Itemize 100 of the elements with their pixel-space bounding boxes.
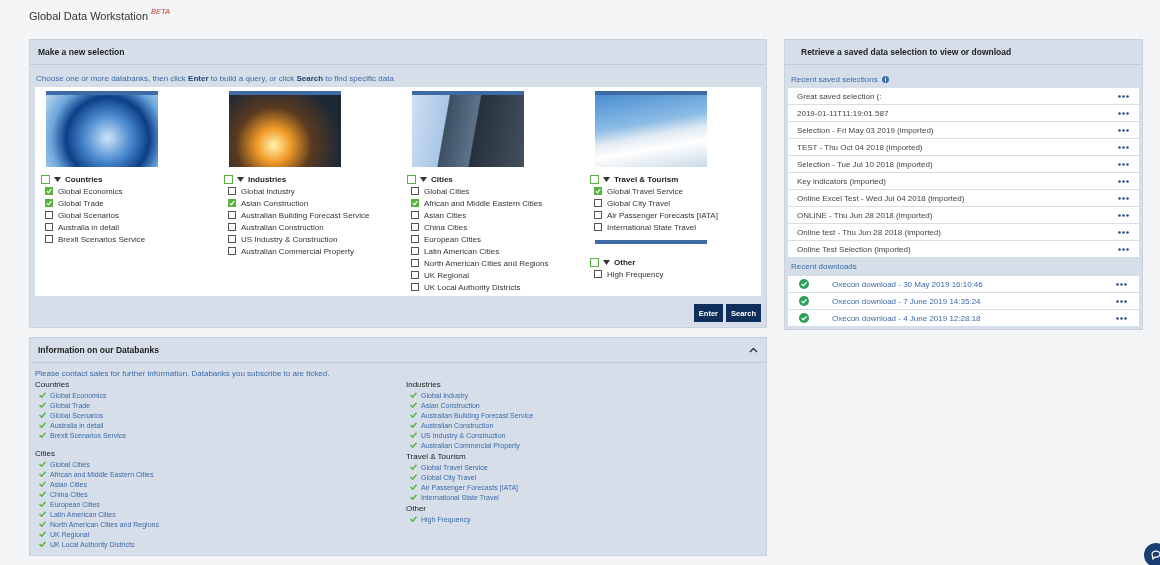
- databank-label: Australian Construction: [241, 222, 324, 232]
- more-icon[interactable]: [1118, 145, 1129, 149]
- caret-icon[interactable]: [603, 259, 610, 265]
- caret-icon[interactable]: [420, 176, 427, 182]
- download-row[interactable]: Oxecon download - 4 June 2019 12:28:18: [788, 310, 1139, 326]
- checkbox[interactable]: [228, 235, 236, 243]
- more-icon[interactable]: [1118, 196, 1129, 200]
- databank-label: US Industry & Construction: [241, 234, 338, 244]
- more-icon[interactable]: [1118, 213, 1129, 217]
- checkbox[interactable]: [45, 223, 53, 231]
- more-icon[interactable]: [1118, 128, 1129, 132]
- checkbox[interactable]: [45, 211, 53, 219]
- caret-icon[interactable]: [237, 176, 244, 182]
- caret-icon[interactable]: [54, 176, 61, 182]
- databank-label: Australia in detail: [58, 222, 119, 232]
- saved-selection-row[interactable]: Selection - Tue Jul 10 2018 (imported): [788, 156, 1139, 172]
- more-icon[interactable]: [1118, 179, 1129, 183]
- checkbox[interactable]: [594, 211, 602, 219]
- databank-label: Global Travel Service: [607, 186, 684, 196]
- chat-icon: [1151, 550, 1160, 560]
- saved-selection-row[interactable]: Online Excel Test - Wed Jul 04 2018 (imported): [788, 190, 1139, 206]
- download-name: Oxecon download - 4 June 2019 12:28:18: [832, 313, 982, 323]
- download-name: Oxecon download - 7 June 2019 14:35:24: [832, 296, 982, 306]
- group-checkbox[interactable]: [41, 174, 50, 184]
- selection-name: Online Excel Test - Wed Jul 04 2018 (imported): [797, 193, 965, 203]
- check-circle-icon: [799, 279, 809, 289]
- caret-icon[interactable]: [603, 176, 610, 182]
- saved-selection-row[interactable]: 2019-01-11T11:19:01.587: [788, 105, 1139, 121]
- group-checkbox[interactable]: [407, 174, 416, 184]
- databank-label: Asian Cities: [424, 210, 467, 220]
- saved-selection-row[interactable]: Online test - Thu Jun 28 2018 (imported): [788, 224, 1139, 240]
- checkbox[interactable]: [594, 199, 602, 207]
- section-label: Recent downloads: [790, 261, 858, 273]
- group-label: Industries: [248, 174, 287, 184]
- selection-name: TEST - Thu Oct 04 2018 (imported): [797, 142, 923, 152]
- checkbox[interactable]: [228, 199, 236, 207]
- group-label: Cities: [431, 174, 453, 184]
- check-circle-icon: [799, 296, 809, 306]
- selection-name: Selection - Tue Jul 10 2018 (imported): [797, 159, 933, 169]
- checkbox[interactable]: [411, 283, 419, 291]
- checkbox[interactable]: [594, 187, 602, 195]
- more-icon[interactable]: [1118, 111, 1129, 115]
- saved-selection-row[interactable]: Online Test Selection (imported): [788, 241, 1139, 257]
- saved-selection-row[interactable]: TEST - Thu Oct 04 2018 (imported): [788, 139, 1139, 155]
- databank-label: African and Middle Eastern Cities: [424, 198, 543, 208]
- databank-label: Global Economics: [58, 186, 123, 196]
- more-icon[interactable]: [1116, 316, 1127, 320]
- databank-label: Global Trade: [58, 198, 104, 208]
- checkbox[interactable]: [228, 247, 236, 255]
- checkbox[interactable]: [411, 271, 419, 279]
- selection-name: Key indicators (imported): [797, 176, 886, 186]
- download-row[interactable]: Oxecon download - 7 June 2019 14:35:24: [788, 293, 1139, 309]
- checkbox[interactable]: [411, 199, 419, 207]
- selection-name: Online Test Selection (imported): [797, 244, 911, 254]
- more-icon[interactable]: [1116, 299, 1127, 303]
- databank-label: Global City Travel: [607, 198, 671, 208]
- more-icon[interactable]: [1118, 162, 1129, 166]
- databank-label: Global Industry: [241, 186, 295, 196]
- databank-label: Air Passenger Forecasts [IATA]: [607, 210, 718, 220]
- databank-label: China Cities: [424, 222, 468, 232]
- databank-label: Australian Building Forecast Service: [241, 210, 370, 220]
- checkbox[interactable]: [594, 270, 602, 278]
- checkbox[interactable]: [45, 199, 53, 207]
- download-row[interactable]: Oxecon download - 30 May 2019 16:10:46: [788, 276, 1139, 292]
- checkbox[interactable]: [594, 223, 602, 231]
- instruction-text: Choose one or more databanks, then click Enter to build a query, or click Search to find specific data: [35, 73, 395, 85]
- check-circle-icon: [799, 313, 809, 323]
- checkbox[interactable]: [45, 235, 53, 243]
- section-heading: Countries: [35, 380, 71, 390]
- checkbox[interactable]: [411, 211, 419, 219]
- saved-selection-row[interactable]: ONLINE - Thu Jun 28 2018 (imported): [788, 207, 1139, 223]
- group-checkbox[interactable]: [224, 174, 233, 184]
- checkbox[interactable]: [228, 223, 236, 231]
- checkbox[interactable]: [411, 235, 419, 243]
- checkbox[interactable]: [411, 259, 419, 267]
- checkbox[interactable]: [45, 187, 53, 195]
- databank-label: UK Local Authority Districts: [424, 282, 521, 292]
- checkbox[interactable]: [411, 187, 419, 195]
- group-label: Countries: [65, 174, 103, 184]
- databank-label: Australian Commercial Property: [241, 246, 354, 256]
- group-checkbox[interactable]: [590, 257, 599, 267]
- more-icon[interactable]: [1116, 282, 1127, 286]
- panel-title: Information on our Databanks: [38, 345, 159, 355]
- checkbox[interactable]: [411, 247, 419, 255]
- databank-label: UK Regional: [424, 270, 469, 280]
- databank-label: International State Travel: [607, 222, 696, 232]
- collapse-icon[interactable]: [749, 347, 758, 353]
- more-icon[interactable]: [1118, 94, 1129, 98]
- checkbox[interactable]: [228, 187, 236, 195]
- saved-selection-row[interactable]: Selection - Fri May 03 2019 (imported): [788, 122, 1139, 138]
- group-checkbox[interactable]: [590, 174, 599, 184]
- more-icon[interactable]: [1118, 230, 1129, 234]
- checkbox[interactable]: [228, 211, 236, 219]
- databank-label: Latin American Cities: [424, 246, 500, 256]
- info-icon: [881, 76, 889, 83]
- saved-selection-row[interactable]: Key indicators (imported): [788, 173, 1139, 189]
- checkbox[interactable]: [411, 223, 419, 231]
- saved-selection-row[interactable]: Great saved selection (:: [788, 88, 1139, 104]
- more-icon[interactable]: [1118, 247, 1129, 251]
- group-label: Other: [614, 257, 636, 267]
